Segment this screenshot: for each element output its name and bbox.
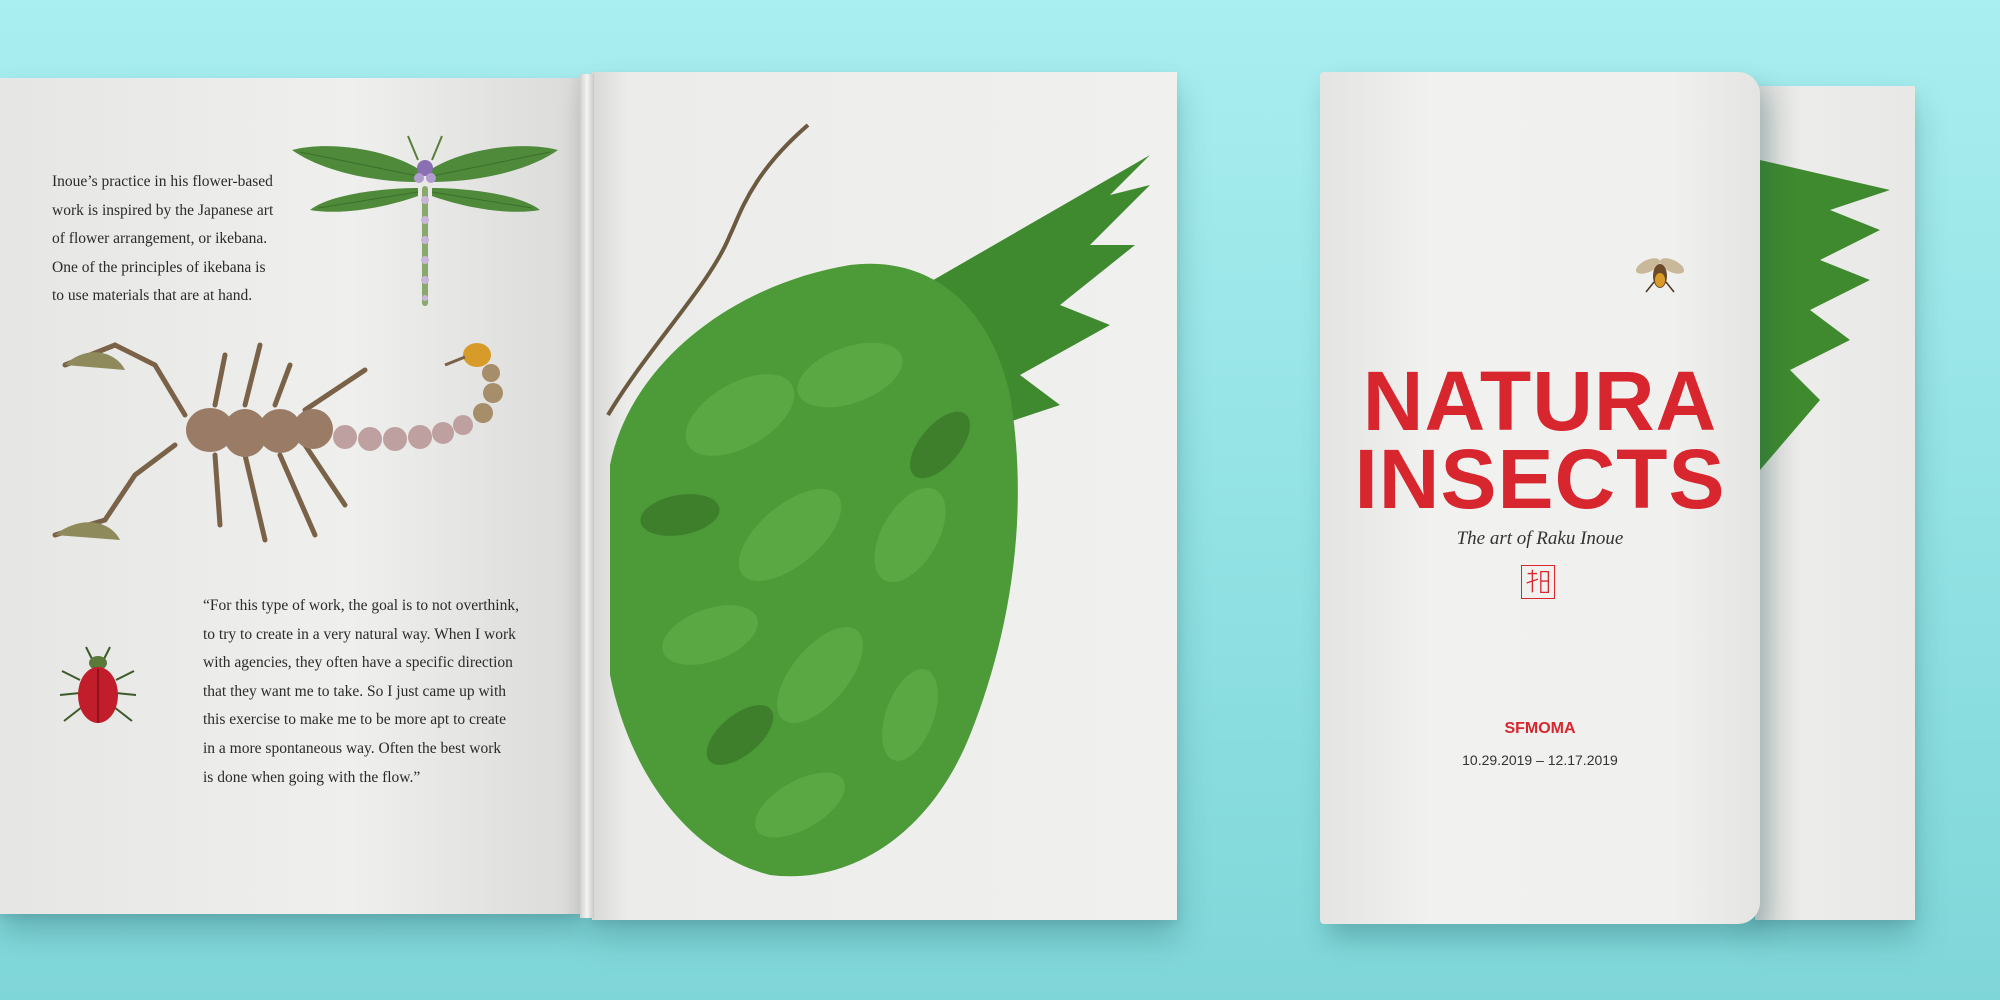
cover-title-line: NATURA	[1362, 354, 1718, 448]
intro-line: Inoue’s practice in his flower-based	[52, 173, 273, 190]
dragonfly-illustration	[292, 135, 558, 306]
quote-line: to try to create in a very natural way. …	[203, 625, 516, 643]
quote-line: this exercise to make me to be more apt …	[203, 711, 506, 729]
sfmoma-logo: SFMOMA	[1504, 720, 1576, 737]
quote-line: in a more spontaneous way. Often the bes…	[203, 739, 502, 757]
scorpion-illustration	[52, 342, 503, 543]
intro-paragraph: Inoue’s practice in his flower-based wor…	[52, 168, 287, 311]
intro-line: to use materials that are at hand.	[52, 287, 253, 305]
quote-line: is done when going with the flow.”	[203, 768, 421, 786]
exhibition-dates: 10.29.2019 – 12.17.2019	[1462, 752, 1618, 768]
cover-title-line: INSECTS	[1354, 432, 1726, 526]
cover-title: NATURA INSECTS	[1320, 354, 1760, 526]
quote-line: that they want me to take. So I just cam…	[203, 682, 507, 700]
intro-line: One of the principles of ikebana is	[52, 258, 266, 276]
seal-icon	[1521, 565, 1555, 599]
back-booklet-leaves	[1760, 160, 1890, 470]
intro-line: work is inspired by the Japanese art	[52, 201, 274, 219]
leaf-wing-illustration	[606, 123, 1150, 877]
quote-line: “For this type of work, the goal is to n…	[203, 597, 519, 614]
intro-line: of flower arrangement, or ikebana.	[52, 230, 268, 248]
beetle-illustration	[59, 646, 137, 723]
quote-line: with agencies, they often have a specifi…	[203, 654, 513, 672]
bee-illustration	[1635, 258, 1685, 293]
cover-subtitle: The art of Raku Inoue	[1456, 528, 1624, 549]
quote-paragraph: “For this type of work, the goal is to n…	[203, 592, 538, 792]
